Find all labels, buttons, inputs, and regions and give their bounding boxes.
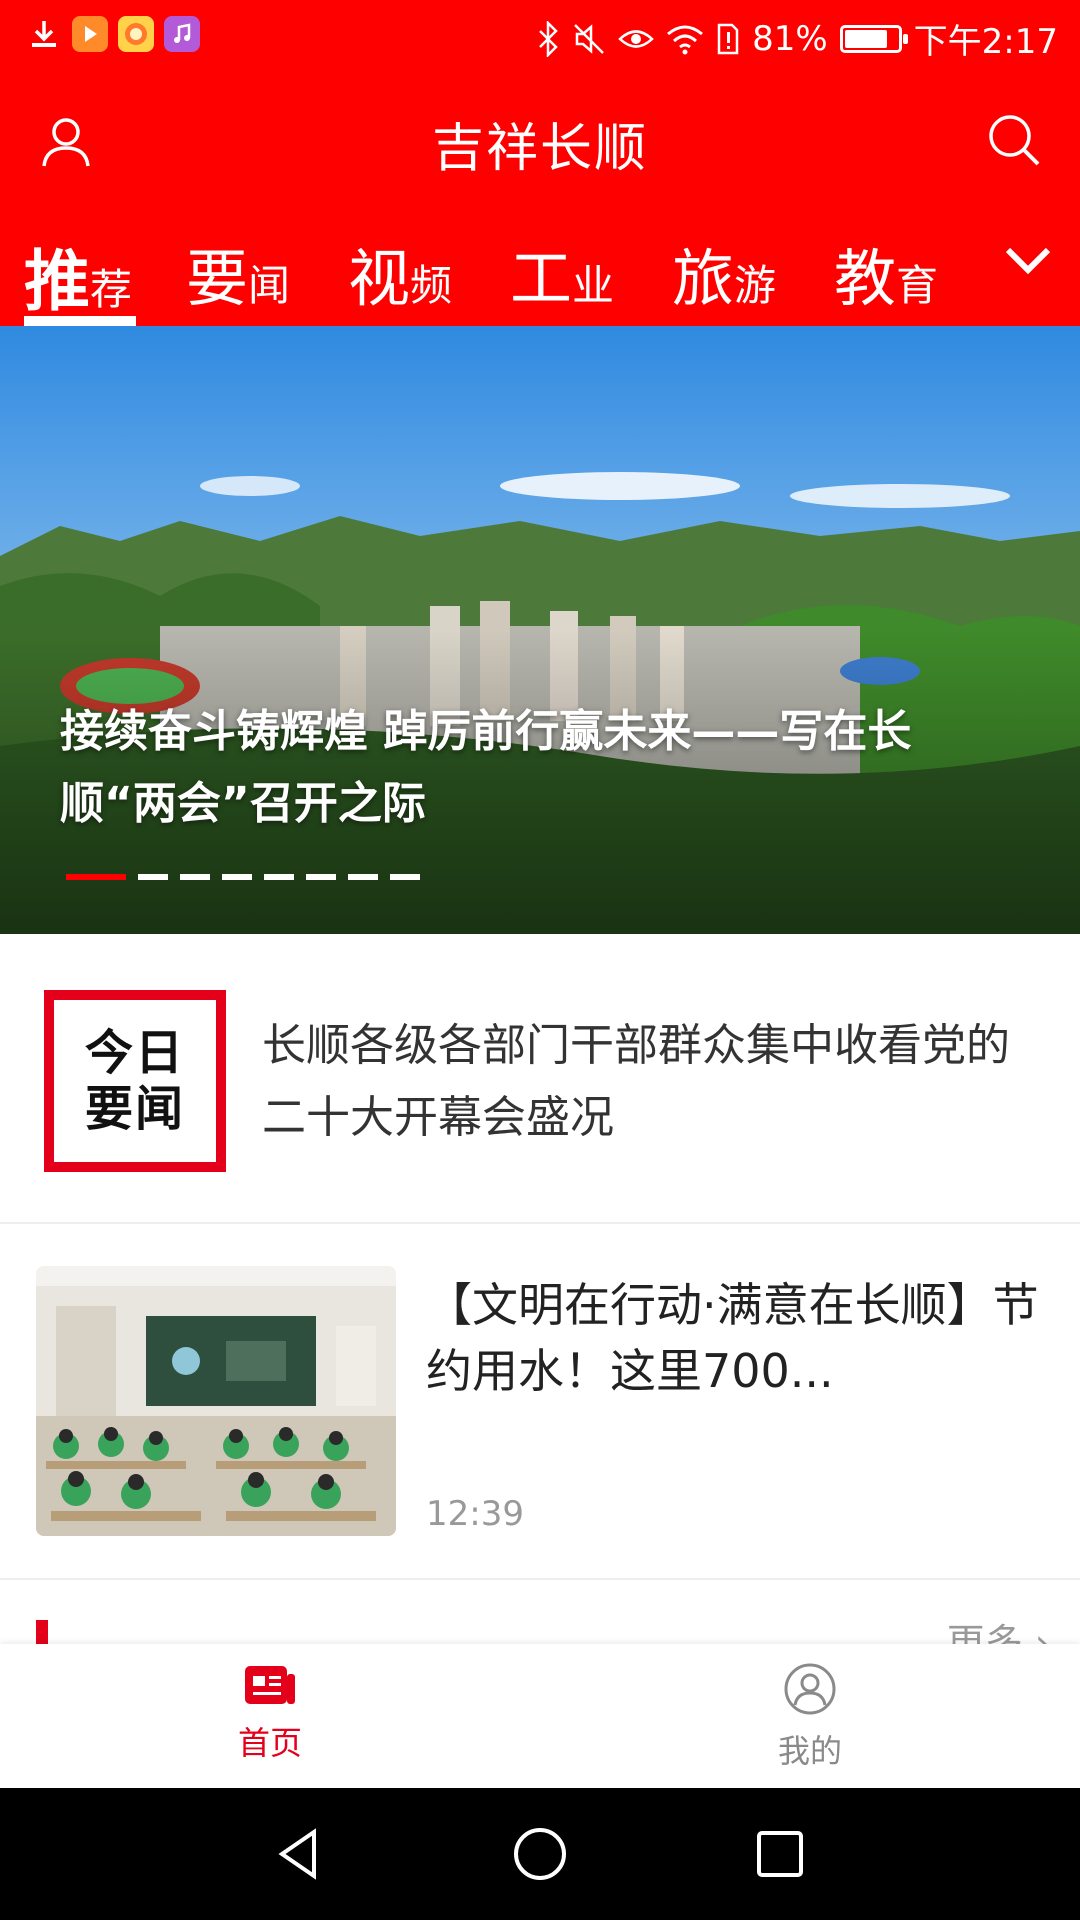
pagination-dot[interactable] xyxy=(390,874,420,880)
nav-mine[interactable]: 我的 xyxy=(710,1662,910,1772)
today-news-section[interactable]: 今日 要闻 长顺各级各部门干部群众集中收看党的二十大开幕会盛况 xyxy=(0,934,1080,1224)
recent-apps-icon[interactable] xyxy=(750,1824,810,1884)
tab-small-char: 频 xyxy=(410,261,453,310)
home-circle-icon[interactable] xyxy=(510,1824,570,1884)
tab-small-char: 闻 xyxy=(248,261,291,310)
today-news-logo: 今日 要闻 xyxy=(44,990,226,1172)
tab-small-char: 业 xyxy=(572,261,615,310)
banner-pagination xyxy=(66,874,420,880)
today-headline[interactable]: 长顺各级各部门干部群众集中收看党的二十大开幕会盛况 xyxy=(262,1010,1052,1154)
pagination-dot[interactable] xyxy=(348,874,378,880)
pagination-dot[interactable] xyxy=(222,874,252,880)
app-root: 81% 下午2:17 吉祥长顺 推荐 要闻 视频 工业 旅游 教育 接续奋斗铸辉… xyxy=(0,0,1080,1920)
status-bar: 81% 下午2:17 xyxy=(0,0,1080,74)
newspaper-icon xyxy=(245,1666,295,1704)
mute-icon xyxy=(574,23,604,54)
tab-news[interactable]: 要闻 xyxy=(186,228,290,320)
system-nav-bar xyxy=(0,1788,1080,1920)
battery-level xyxy=(844,29,887,48)
banner-carousel[interactable]: 接续奋斗铸辉煌 踔厉前行赢未来——写在长顺“两会”召开之际 xyxy=(0,326,1080,934)
article-title[interactable]: 【文明在行动·满意在长顺】节约用水！这里700... xyxy=(426,1272,1046,1404)
nav-home-label: 首页 xyxy=(237,1724,302,1762)
eye-comfort-icon xyxy=(618,29,654,48)
nav-mine-label: 我的 xyxy=(777,1732,842,1770)
back-icon[interactable] xyxy=(270,1824,330,1884)
tab-big-char: 要 xyxy=(186,242,249,315)
video-app-icon xyxy=(72,16,108,52)
pagination-dot[interactable] xyxy=(180,874,210,880)
section-header: 更多 › xyxy=(0,1580,1080,1665)
status-indicators: 81% 下午2:17 xyxy=(536,14,1058,63)
tab-big-char: 工 xyxy=(510,242,573,315)
music-app-icon xyxy=(164,16,200,52)
tab-travel[interactable]: 旅游 xyxy=(672,228,776,320)
pagination-dot[interactable] xyxy=(138,874,168,880)
tab-video[interactable]: 视频 xyxy=(348,228,452,320)
bottom-nav: 首页 我的 xyxy=(0,1644,1080,1788)
tab-big-char: 推 xyxy=(24,243,90,320)
tab-big-char: 视 xyxy=(348,242,411,315)
tab-small-char: 游 xyxy=(734,261,777,310)
app-title: 吉祥长顺 xyxy=(431,119,648,179)
article-item[interactable]: 【文明在行动·满意在长顺】节约用水！这里700... 12:39 xyxy=(0,1226,1080,1580)
today-logo-line1: 今日 xyxy=(84,1025,185,1081)
sim-alert-icon xyxy=(717,23,739,54)
download-icon xyxy=(26,16,62,52)
channel-tabs: 推荐 要闻 视频 工业 旅游 教育 xyxy=(0,214,1080,326)
active-tab-indicator xyxy=(24,316,136,326)
tab-industry[interactable]: 工业 xyxy=(510,228,614,320)
battery-percent: 81% xyxy=(752,18,828,59)
tab-big-char: 旅 xyxy=(672,242,735,315)
tab-education[interactable]: 教育 xyxy=(834,228,938,320)
pagination-dot-active[interactable] xyxy=(66,874,126,880)
tab-small-char: 荐 xyxy=(90,265,133,314)
banner-caption[interactable]: 接续奋斗铸辉煌 踔厉前行赢未来——写在长顺“两会”召开之际 xyxy=(60,696,1020,840)
tab-recommend[interactable]: 推荐 xyxy=(24,228,132,320)
nav-home[interactable]: 首页 xyxy=(170,1662,370,1764)
article-thumbnail xyxy=(36,1266,396,1536)
profile-icon xyxy=(784,1663,836,1715)
pagination-dot[interactable] xyxy=(306,874,336,880)
bluetooth-icon xyxy=(539,20,558,57)
app-header: 吉祥长顺 xyxy=(0,74,1080,214)
wifi-icon xyxy=(667,25,704,54)
status-time: 下午2:17 xyxy=(913,22,1058,62)
chevron-down-icon[interactable] xyxy=(1002,240,1054,284)
status-app-icons xyxy=(26,16,200,52)
search-icon[interactable] xyxy=(986,112,1042,168)
tab-big-char: 教 xyxy=(834,242,897,315)
article-time: 12:39 xyxy=(426,1494,524,1534)
battery-icon xyxy=(839,24,908,53)
game-app-icon xyxy=(118,16,154,52)
banner-image xyxy=(0,326,1080,934)
today-logo-line2: 要闻 xyxy=(84,1081,185,1137)
pagination-dot[interactable] xyxy=(264,874,294,880)
tab-small-char: 育 xyxy=(896,261,939,310)
